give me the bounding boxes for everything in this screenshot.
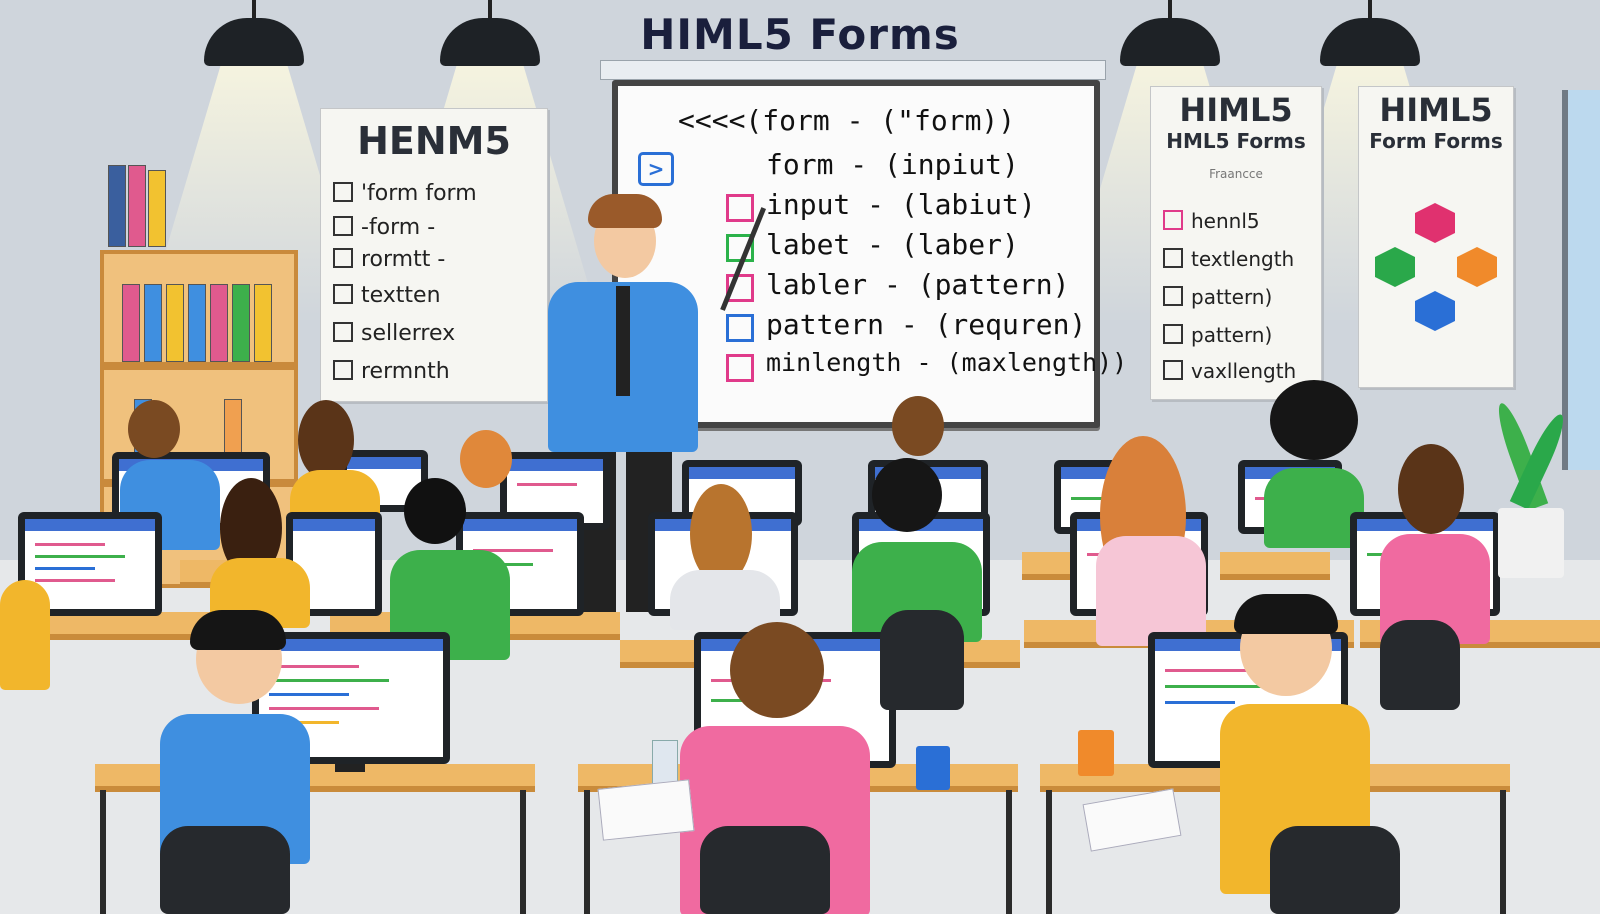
poster-item: textlength [1163,247,1294,271]
book [108,165,126,247]
desk-leg [520,790,526,914]
hexagon-icon [1457,247,1497,287]
poster-item: vaxllength [1163,359,1296,383]
poster-item: 'form form [333,181,477,206]
poster-item: -form - [333,215,435,240]
pencil-cup [1078,730,1114,776]
classroom-scene: HIML5 Forms HENM5 'form form -form - ror… [0,0,1600,914]
desk-leg [1046,790,1052,914]
whiteboard-rail [600,60,1106,80]
checkbox-icon [726,354,754,382]
window [1562,90,1600,470]
poster-subheading: HML5 Forms [1166,129,1306,153]
chevron-icon: > [638,152,674,186]
poster-item: sellerrex [333,321,455,346]
poster-mid: HIML5 HML5 Forms Fraancce hennl5 textlen… [1150,86,1322,400]
poster-item: pattern) [1163,285,1272,309]
desk-leg [1500,790,1506,914]
poster-heading: HIML5 [1179,91,1293,129]
chair [700,826,830,914]
checkbox-icon [726,194,754,222]
book [128,165,146,247]
desk [1220,552,1330,580]
poster-left: HENM5 'form form -form - rormtt - textte… [320,108,548,402]
poster-item: hennl5 [1163,209,1260,233]
checkbox-icon [726,314,754,342]
board-line: <<<<(form - ("form)) [678,104,1016,137]
page-title: HIML5 Forms [640,10,960,59]
poster-right: HIML5 Form Forms [1358,86,1514,388]
book [148,170,166,247]
poster-scribble: Fraancce [1209,167,1263,181]
desk-leg [584,790,590,914]
hexagon-icon [1415,203,1455,243]
poster-item: textten [333,283,441,308]
cup [916,746,950,790]
poster-item: rermnth [333,359,450,384]
poster-item: pattern) [1163,323,1272,347]
desk [1022,552,1076,580]
chair [1270,826,1400,914]
monitor-stand [335,764,365,772]
chair [160,826,290,914]
paper-sheet [597,779,695,841]
poster-heading: HENM5 [357,119,511,163]
chair [1380,620,1460,710]
hexagon-icon [1415,291,1455,331]
hexagon-icon [1375,247,1415,287]
poster-heading: HIML5 [1379,91,1493,129]
chair [880,610,964,710]
poster-item: rormtt - [333,247,445,272]
poster-subheading: Form Forms [1369,129,1503,153]
desk-leg [100,790,106,914]
desk-leg [1006,790,1012,914]
